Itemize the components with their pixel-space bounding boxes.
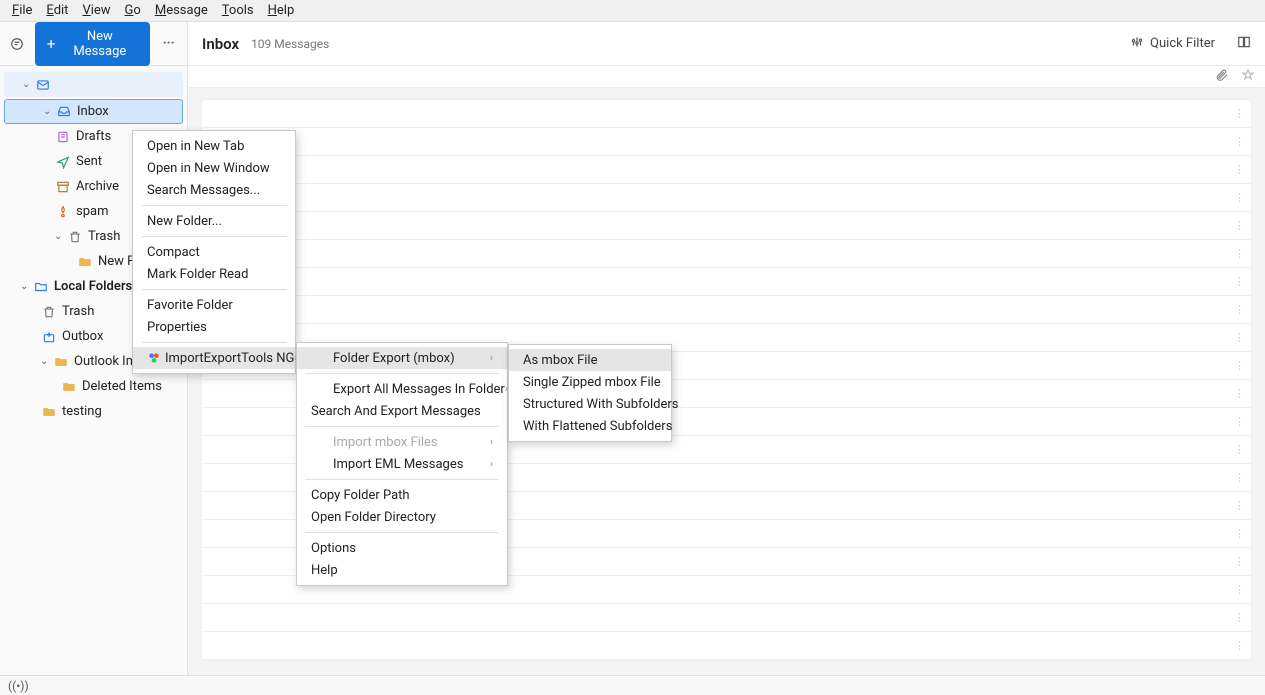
spam-icon bbox=[54, 205, 72, 219]
folder-export-submenu: As mbox File Single Zipped mbox File Str… bbox=[508, 344, 672, 442]
folder-icon bbox=[32, 280, 50, 294]
outbox-icon bbox=[40, 330, 58, 344]
ctx-as-mbox-file[interactable]: As mbox File bbox=[509, 349, 671, 371]
chevron-down-icon: ⌄ bbox=[40, 356, 52, 367]
message-count: 109 Messages bbox=[251, 37, 329, 51]
star-icon[interactable] bbox=[1241, 68, 1255, 86]
chevron-right-icon: › bbox=[490, 459, 493, 470]
ctx-open-folder-directory[interactable]: Open Folder Directory bbox=[297, 506, 507, 528]
folder-testing[interactable]: testing bbox=[2, 399, 185, 424]
menu-go[interactable]: Go bbox=[119, 1, 147, 20]
import-export-icon bbox=[147, 351, 161, 365]
message-row[interactable]: ⋮ bbox=[202, 240, 1251, 268]
ctx-flattened-subfolders[interactable]: With Flattened Subfolders bbox=[509, 415, 671, 437]
network-status-icon[interactable]: ((•)) bbox=[8, 679, 29, 693]
ctx-new-folder[interactable]: New Folder... bbox=[133, 210, 295, 232]
folder-deleted-items[interactable]: Deleted Items bbox=[2, 374, 185, 399]
drafts-label: Drafts bbox=[76, 129, 111, 144]
app-icon[interactable] bbox=[8, 34, 27, 54]
ctx-favorite-folder[interactable]: Favorite Folder bbox=[133, 294, 295, 316]
folder-inbox[interactable]: ⌄ Inbox bbox=[4, 99, 183, 124]
search-row bbox=[188, 66, 1265, 88]
quick-filter-button[interactable]: Quick Filter bbox=[1130, 35, 1215, 52]
deleted-items-label: Deleted Items bbox=[82, 379, 162, 394]
drafts-icon bbox=[54, 130, 72, 144]
ctx-folder-export-mbox[interactable]: Folder Export (mbox) › bbox=[297, 347, 507, 369]
chevron-down-icon: ⌄ bbox=[20, 281, 32, 292]
menu-edit[interactable]: Edit bbox=[40, 1, 74, 20]
mail-account-icon bbox=[34, 78, 52, 92]
archive-label: Archive bbox=[76, 179, 119, 194]
ctx-mark-folder-read[interactable]: Mark Folder Read bbox=[133, 263, 295, 285]
outbox-label: Outbox bbox=[62, 329, 103, 344]
folder-icon bbox=[60, 380, 78, 394]
ctx-export-all-messages[interactable]: Export All Messages In Folder › bbox=[297, 378, 507, 400]
status-bar: ((•)) bbox=[0, 675, 1265, 695]
spam-label: spam bbox=[76, 204, 108, 219]
message-row[interactable]: ⋮ bbox=[202, 632, 1251, 660]
sent-label: Sent bbox=[76, 154, 102, 169]
new-message-button[interactable]: + New Message bbox=[35, 22, 150, 66]
ctx-options[interactable]: Options bbox=[297, 537, 507, 559]
folder-icon bbox=[40, 405, 58, 419]
chevron-down-icon: ⌄ bbox=[43, 106, 55, 117]
ctx-compact[interactable]: Compact bbox=[133, 241, 295, 263]
folder-context-menu: Open in New Tab Open in New Window Searc… bbox=[132, 130, 296, 374]
menu-file[interactable]: File bbox=[6, 1, 38, 20]
ctx-open-new-window[interactable]: Open in New Window bbox=[133, 157, 295, 179]
ctx-import-export-tools[interactable]: ImportExportTools NG › bbox=[133, 347, 295, 369]
folder-icon bbox=[52, 355, 70, 369]
message-row[interactable]: ⋮ bbox=[202, 128, 1251, 156]
new-message-label: New Message bbox=[61, 29, 138, 59]
local-trash-label: Trash bbox=[62, 304, 94, 319]
trash-icon bbox=[40, 305, 58, 319]
chevron-down-icon: ⌄ bbox=[22, 79, 34, 90]
archive-icon bbox=[54, 180, 72, 194]
inbox-icon bbox=[55, 105, 73, 119]
menu-message[interactable]: Message bbox=[149, 1, 214, 20]
message-row[interactable]: ⋮ bbox=[202, 296, 1251, 324]
filter-icon bbox=[1130, 35, 1144, 52]
ctx-properties[interactable]: Properties bbox=[133, 316, 295, 338]
ctx-search-export-messages[interactable]: Search And Export Messages bbox=[297, 400, 507, 422]
chevron-right-icon: › bbox=[490, 353, 493, 364]
sidebar-toolbar: + New Message ··· bbox=[0, 22, 187, 66]
folder-title: Inbox bbox=[202, 35, 239, 53]
ctx-structured-subfolders[interactable]: Structured With Subfolders bbox=[509, 393, 671, 415]
import-export-submenu: Folder Export (mbox) › Export All Messag… bbox=[296, 342, 508, 586]
ctx-import-eml-messages[interactable]: Import EML Messages › bbox=[297, 453, 507, 475]
message-row[interactable]: ⋮ bbox=[202, 604, 1251, 632]
message-row[interactable]: ⋮ bbox=[202, 268, 1251, 296]
chevron-right-icon: › bbox=[490, 437, 493, 448]
ctx-single-zipped-mbox[interactable]: Single Zipped mbox File bbox=[509, 371, 671, 393]
trash-label: Trash bbox=[88, 229, 120, 244]
menu-view[interactable]: View bbox=[76, 1, 116, 20]
account-row[interactable]: ⌄ bbox=[4, 72, 183, 97]
ctx-open-new-tab[interactable]: Open in New Tab bbox=[133, 135, 295, 157]
menu-help[interactable]: Help bbox=[262, 1, 301, 20]
testing-label: testing bbox=[62, 404, 102, 419]
ctx-import-mbox-files[interactable]: Import mbox Files › bbox=[297, 431, 507, 453]
quick-filter-label: Quick Filter bbox=[1150, 36, 1215, 51]
toolbar-more-icon[interactable]: ··· bbox=[158, 36, 179, 51]
message-row[interactable]: ⋮ bbox=[202, 156, 1251, 184]
attachment-icon[interactable] bbox=[1215, 68, 1229, 86]
display-options-icon[interactable] bbox=[1237, 35, 1251, 53]
inbox-label: Inbox bbox=[77, 104, 109, 119]
trash-icon bbox=[66, 230, 84, 244]
message-row[interactable]: ⋮ bbox=[202, 100, 1251, 128]
sent-icon bbox=[54, 155, 72, 169]
menu-tools[interactable]: Tools bbox=[216, 1, 260, 20]
ctx-copy-folder-path[interactable]: Copy Folder Path bbox=[297, 484, 507, 506]
message-row[interactable]: ⋮ bbox=[202, 184, 1251, 212]
chevron-down-icon: ⌄ bbox=[54, 231, 66, 242]
menubar: File Edit View Go Message Tools Help bbox=[0, 0, 1265, 22]
ctx-help[interactable]: Help bbox=[297, 559, 507, 581]
ctx-search-messages[interactable]: Search Messages... bbox=[133, 179, 295, 201]
content-header: Inbox 109 Messages Quick Filter bbox=[188, 22, 1265, 66]
folder-icon bbox=[76, 255, 94, 269]
local-folders-label: Local Folders bbox=[54, 279, 132, 294]
message-row[interactable]: ⋮ bbox=[202, 212, 1251, 240]
